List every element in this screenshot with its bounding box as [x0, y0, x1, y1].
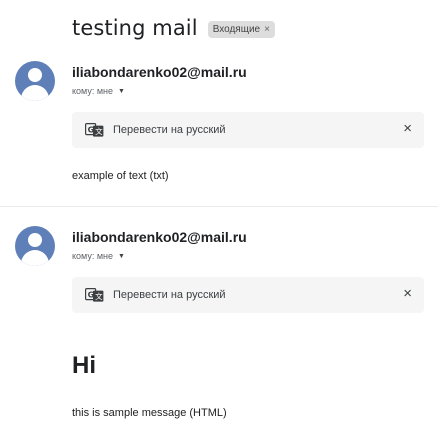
person-icon-body [21, 250, 49, 266]
translate-bar: G 文 Перевести на русский × [72, 112, 424, 148]
svg-text:文: 文 [95, 291, 103, 301]
person-icon-head [28, 233, 42, 247]
thread-subject: testing mail [72, 16, 198, 40]
svg-text:文: 文 [95, 126, 103, 136]
message-divider [0, 206, 438, 207]
recipient-label: кому: мне [72, 251, 113, 261]
message-body: example of text (txt) [72, 170, 169, 182]
person-icon-body [21, 85, 49, 101]
message-body: this is sample message (HTML) [72, 407, 227, 419]
label-chip-inbox[interactable]: Входящие × [207, 20, 275, 38]
label-remove-icon[interactable]: × [264, 24, 270, 35]
person-icon-head [28, 68, 42, 82]
close-icon[interactable]: × [403, 121, 412, 137]
message-heading: Hi [72, 352, 96, 379]
translate-icon: G 文 [85, 123, 104, 137]
close-icon[interactable]: × [403, 286, 412, 302]
label-chip-text: Входящие [212, 23, 261, 35]
chevron-down-icon: ▼ [118, 87, 125, 95]
translate-link[interactable]: Перевести на русский [113, 124, 226, 136]
recipient-details-toggle[interactable]: кому: мне ▼ [72, 251, 125, 261]
translate-link[interactable]: Перевести на русский [113, 289, 226, 301]
recipient-details-toggle[interactable]: кому: мне ▼ [72, 86, 125, 96]
sender-avatar[interactable] [15, 61, 55, 101]
recipient-label: кому: мне [72, 86, 113, 96]
sender-email[interactable]: iliabondarenko02@mail.ru [72, 229, 247, 245]
chevron-down-icon: ▼ [118, 252, 125, 260]
translate-icon: G 文 [85, 288, 104, 302]
translate-bar: G 文 Перевести на русский × [72, 277, 424, 313]
sender-avatar[interactable] [15, 226, 55, 266]
sender-email[interactable]: iliabondarenko02@mail.ru [72, 64, 247, 80]
thread-header: testing mail Входящие × [72, 16, 275, 40]
